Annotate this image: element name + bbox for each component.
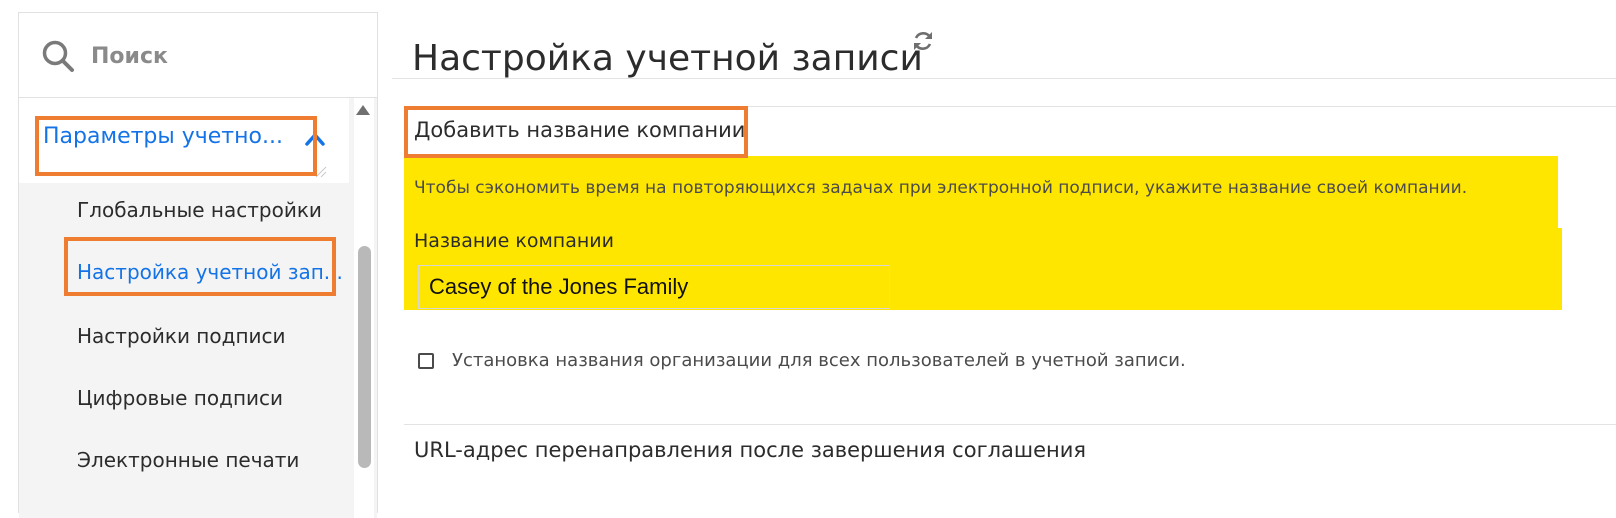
scrollbar-thumb[interactable] (358, 246, 371, 468)
sidebar-item-global-settings[interactable]: Глобальные настройки (77, 198, 322, 222)
company-name-label: Название компании (414, 230, 614, 252)
apply-org-name-label[interactable]: Установка названия организации для всех … (452, 350, 1186, 371)
sidebar-item-digital-signatures[interactable]: Цифровые подписи (77, 386, 283, 410)
search-bar (19, 13, 377, 98)
apply-org-name-checkbox[interactable] (418, 353, 434, 369)
section-divider (404, 424, 1616, 425)
page-title: Настройка учетной записи (412, 38, 923, 80)
highlight-nav-box (64, 237, 336, 296)
search-input[interactable] (91, 39, 351, 73)
company-name-description: Чтобы сэкономить время на повторяющихся … (414, 178, 1468, 198)
sidebar-nav: Параметры учетно... Глобальные настройки… (19, 98, 377, 518)
header-divider (392, 78, 1616, 79)
search-icon[interactable] (41, 39, 77, 75)
redirect-url-heading: URL-адрес перенаправления после завершен… (414, 438, 1087, 462)
company-name-input[interactable] (418, 265, 890, 309)
highlight-heading-box (404, 106, 748, 158)
scroll-up-arrow-icon[interactable] (355, 104, 371, 116)
refresh-icon[interactable] (910, 28, 936, 54)
sidebar: Параметры учетно... Глобальные настройки… (18, 12, 378, 518)
sidebar-item-signature-settings[interactable]: Настройки подписи (77, 324, 286, 348)
sidebar-item-electronic-seals[interactable]: Электронные печати (77, 448, 299, 472)
highlight-section-box (35, 116, 317, 176)
